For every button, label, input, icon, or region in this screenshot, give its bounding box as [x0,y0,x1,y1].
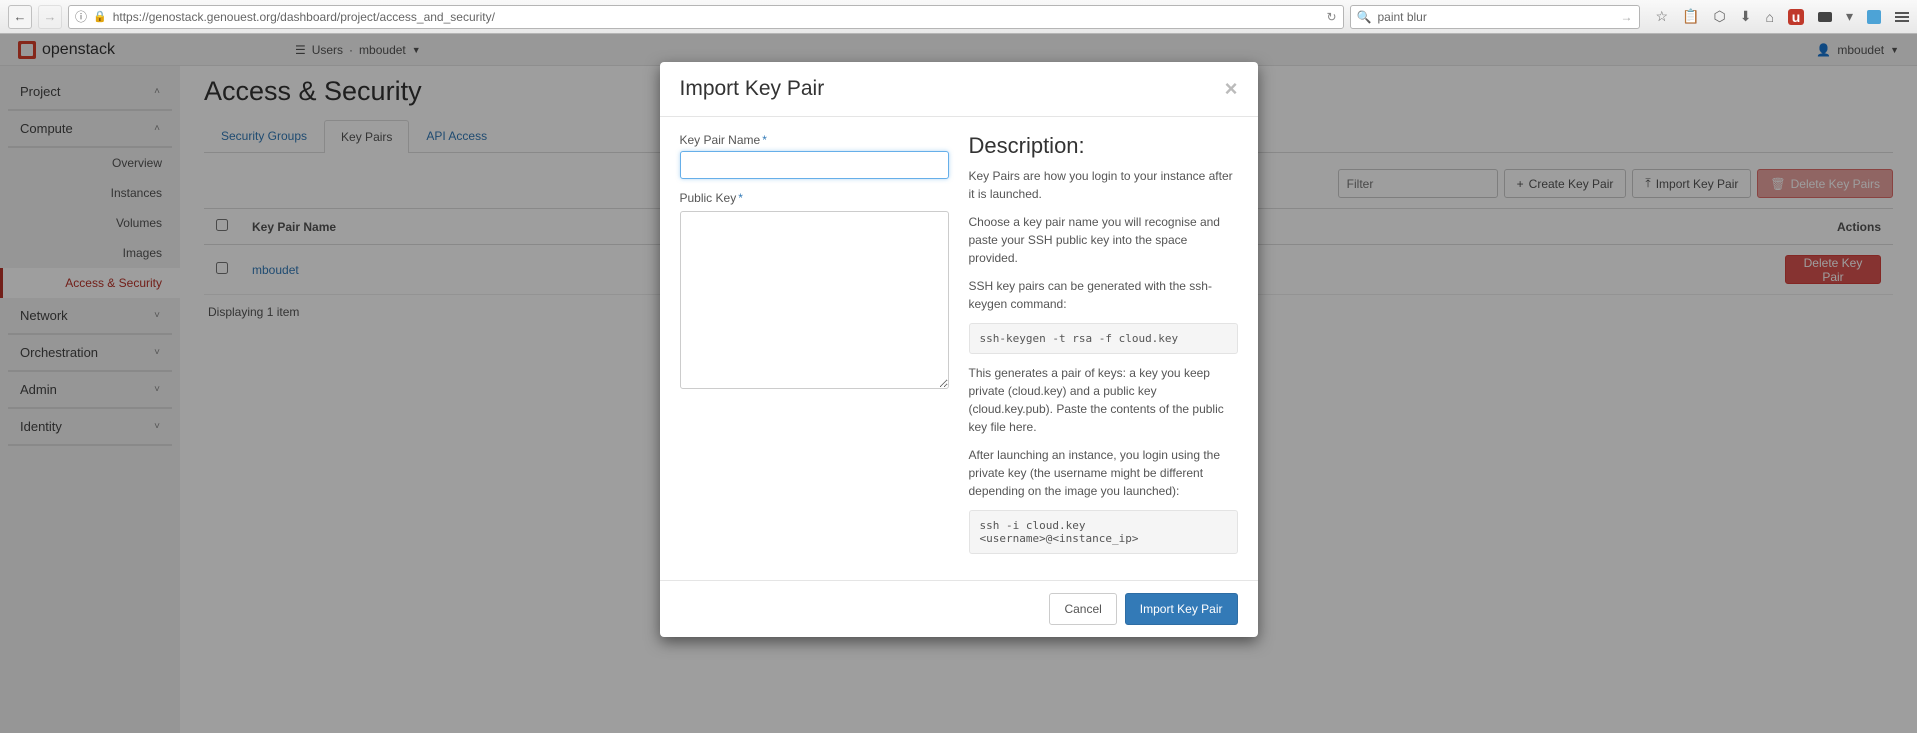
ssh-keygen-command: ssh-keygen -t rsa -f cloud.key [969,323,1238,354]
public-key-textarea[interactable] [680,211,949,389]
close-icon[interactable]: × [1225,76,1238,102]
app-icon[interactable] [1867,10,1881,24]
url-text: https://genostack.genouest.org/dashboard… [113,10,1321,24]
star-icon[interactable]: ☆ [1656,8,1669,25]
modal-description: Description: Key Pairs are how you login… [969,133,1238,564]
description-heading: Description: [969,133,1238,159]
search-icon: 🔍 [1357,10,1372,24]
modal-overlay[interactable]: Import Key Pair × Key Pair Name* Public … [0,34,1917,733]
clipboard-icon[interactable]: 📋 [1682,8,1699,25]
public-key-label: Public Key* [680,191,949,205]
download-icon[interactable]: ⬇ [1740,8,1752,25]
url-bar[interactable]: ⓘ 🔒 https://genostack.genouest.org/dashb… [68,5,1344,29]
key-pair-name-label: Key Pair Name* [680,133,949,147]
description-p4: This generates a pair of keys: a key you… [969,364,1238,436]
key-pair-name-input[interactable] [680,151,949,179]
forward-button: → [38,5,62,29]
modal-header: Import Key Pair × [660,62,1258,117]
lock-icon: 🔒 [93,10,107,23]
import-submit-button[interactable]: Import Key Pair [1125,593,1238,625]
modal-title: Import Key Pair [680,77,825,101]
hamburger-icon[interactable] [1895,12,1909,22]
reload-icon[interactable]: ↻ [1326,10,1336,24]
description-p1: Key Pairs are how you login to your inst… [969,167,1238,203]
description-p5: After launching an instance, you login u… [969,446,1238,500]
ublock-icon[interactable]: u [1788,9,1804,25]
description-p3: SSH key pairs can be generated with the … [969,277,1238,313]
browser-toolbar-icons: ☆ 📋 ⬡ ⬇ ⌂ u ▾ [1656,8,1909,25]
home-icon[interactable]: ⌂ [1766,9,1774,25]
ssh-login-command: ssh -i cloud.key <username>@<instance_ip… [969,510,1238,554]
import-key-pair-modal: Import Key Pair × Key Pair Name* Public … [660,62,1258,637]
browser-search[interactable]: 🔍 paint blur → [1350,5,1640,29]
pocket-icon[interactable]: ⬡ [1714,8,1726,25]
cancel-button[interactable]: Cancel [1049,593,1116,625]
modal-footer: Cancel Import Key Pair [660,580,1258,637]
go-icon[interactable]: → [1621,10,1633,24]
plugin-icon[interactable] [1818,12,1832,22]
back-button[interactable]: ← [8,5,32,29]
info-icon: ⓘ [75,8,87,25]
description-p2: Choose a key pair name you will recognis… [969,213,1238,267]
browser-chrome: ← → ⓘ 🔒 https://genostack.genouest.org/d… [0,0,1917,34]
dropdown-icon[interactable]: ▾ [1846,8,1853,25]
search-text: paint blur [1377,10,1426,24]
